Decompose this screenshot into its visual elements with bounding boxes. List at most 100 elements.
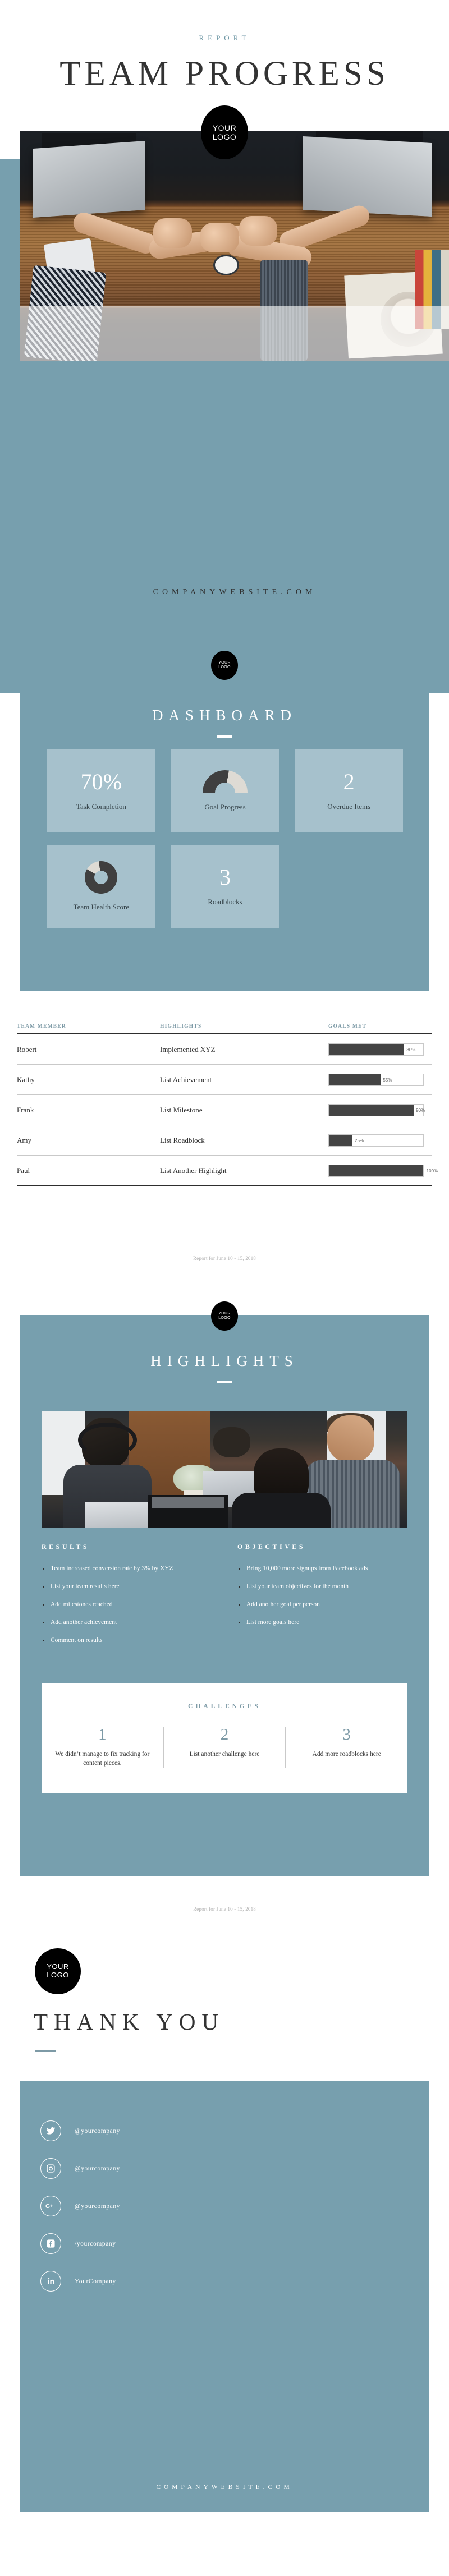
challenges-title: CHALLENGES [188,1703,261,1710]
cell-highlight: List Milestone [160,1094,328,1125]
photo-laptop-left [33,140,145,218]
metric-label: Team Health Score [73,902,130,911]
logo-line-2: LOGO [218,1316,231,1320]
gauge-chart-icon [203,770,248,794]
progress-bar: 100% [328,1165,438,1177]
cell-goals-met: 90% [328,1094,432,1125]
team-progress-table-wrap: TEAM MEMBER HIGHLIGHTS GOALS MET Robert I… [17,1024,438,1186]
progress-bar-fill [329,1165,423,1176]
table-header-row: TEAM MEMBER HIGHLIGHTS GOALS MET [17,1024,432,1034]
metric-card-team-health-score[interactable]: Team Health Score [47,845,155,928]
logo-line-2: LOGO [218,665,231,669]
list-item: List your team objectives for the month [237,1583,407,1591]
logo-badge-dashboard: YOUR LOGO [211,651,238,680]
progress-bar-fill [329,1135,352,1146]
highlights-title-rule [217,1381,232,1383]
highlights-columns: RESULTS Team increased conversion rate b… [42,1543,407,1654]
cell-goals-met: 80% [328,1034,432,1065]
facebook-icon[interactable] [40,2233,61,2254]
dashboard-title: DASHBOARD [152,707,297,724]
metric-card-goal-progress[interactable]: Goal Progress [171,749,280,832]
metric-card-row: Team Health Score 3 Roadblocks [47,845,403,928]
challenge-number: 1 [98,1726,107,1744]
list-item: Add another goal per person [237,1600,407,1609]
logo-line-1: YOUR [218,1311,231,1315]
progress-bar: 55% [328,1074,424,1086]
social-link-row[interactable]: @yourcompany [40,2120,120,2141]
logo-badge-cover: YOUR LOGO [201,105,248,159]
challenge-item: 3 Add more roadblocks here [285,1727,407,1768]
photo-caption-strip [20,305,449,361]
linkedin-icon[interactable] [40,2271,61,2292]
progress-bar-label: 25% [355,1138,364,1143]
dashboard-title-rule [217,735,232,738]
metric-card-grid: 70% Task Completion Goal Progress 2 Over… [47,749,404,940]
social-handle: /yourcompany [75,2240,116,2247]
report-date-highlights: Report for June 10 - 15, 2018 [193,1906,256,1912]
logo-line-1: YOUR [212,123,237,132]
photo-fist [153,218,192,249]
progress-bar-fill [329,1105,414,1116]
photo-watch [213,255,239,276]
column-header-team-member: TEAM MEMBER [17,1024,66,1029]
progress-bar: 90% [328,1104,425,1116]
table-row: Paul List Another Highlight 100% [17,1155,438,1186]
social-link-row[interactable]: G+ @yourcompany [40,2196,120,2216]
thank-you-rule [35,2050,56,2052]
thank-you-title: THANK YOU [34,2009,225,2035]
team-progress-table: TEAM MEMBER HIGHLIGHTS GOALS MET Robert I… [17,1024,438,1186]
metric-card-row: 70% Task Completion Goal Progress 2 Over… [47,749,404,832]
photo-person-background [213,1427,250,1458]
challenge-text: Add more roadblocks here [312,1751,381,1758]
objectives-column: OBJECTIVES Bring 10,000 more signups fro… [237,1543,407,1654]
social-section: @yourcompany @yourcompany G+ @yourcompany/y… [20,2081,429,2512]
highlights-section: HIGHLIGHTS RESULTS Team increased conver… [20,1315,429,1876]
cell-highlight: Implemented XYZ [160,1034,328,1065]
twitter-icon[interactable] [40,2120,61,2141]
metric-card-roadblocks[interactable]: 3 Roadblocks [171,845,280,928]
photo-laptop-screen [151,1497,224,1508]
metric-label: Overdue Items [327,802,371,811]
challenge-text: We didn’t manage to fix tracking for con… [55,1751,150,1767]
logo-badge-highlights: YOUR LOGO [211,1301,238,1331]
instagram-icon[interactable] [40,2158,61,2179]
photo-fist [200,223,239,253]
social-link-row[interactable]: YourCompany [40,2271,120,2292]
metric-value: 3 [219,864,231,890]
progress-bar-label: 90% [416,1107,425,1113]
metric-card-task-completion[interactable]: 70% Task Completion [47,749,155,832]
metric-card-overdue-items[interactable]: 2 Overdue Items [295,749,404,832]
photo-laptop-right [303,136,432,217]
metric-value: 70% [80,769,122,794]
cell-highlight: List Achievement [160,1064,328,1095]
social-link-row[interactable]: @yourcompany [40,2158,120,2179]
results-column: RESULTS Team increased conversion rate b… [42,1543,212,1654]
table-row: Amy List Roadblock 25% [17,1125,432,1156]
cell-team-member: Kathy [17,1064,160,1095]
metric-value: 2 [343,769,355,794]
list-item: Add milestones reached [42,1600,212,1609]
photo-fist [239,215,278,246]
challenge-item: 1 We didn’t manage to fix tracking for co… [42,1727,163,1768]
cover-white-wedge [0,154,20,159]
social-link-row[interactable]: /yourcompany [40,2233,120,2254]
cell-team-member: Amy [17,1125,160,1156]
objectives-list: Bring 10,000 more signups from Facebook … [237,1565,407,1627]
social-handle: YourCompany [75,2278,116,2285]
results-list: Team increased conversion rate by 3% by … [42,1565,212,1645]
list-item: Team increased conversion rate by 3% by … [42,1565,212,1573]
table-row: Robert Implemented XYZ 80% [17,1034,432,1065]
challenge-number: 3 [342,1726,351,1744]
table-head: TEAM MEMBER HIGHLIGHTS GOALS MET [17,1024,432,1034]
highlights-title: HIGHLIGHTS [150,1353,299,1369]
list-item: Add another achievement [42,1618,212,1627]
cell-goals-met: 25% [328,1125,432,1156]
metric-label: Goal Progress [204,802,246,811]
social-handle: @yourcompany [75,2127,121,2135]
social-links-list: @yourcompany @yourcompany G+ @yourcompany/y… [40,2120,120,2308]
list-item: Comment on results [42,1636,212,1645]
column-header-highlights: HIGHLIGHTS [160,1024,202,1029]
google-plus-icon[interactable]: G+ [40,2196,61,2216]
cell-team-member: Frank [17,1094,160,1125]
metric-label: Task Completion [76,802,126,811]
